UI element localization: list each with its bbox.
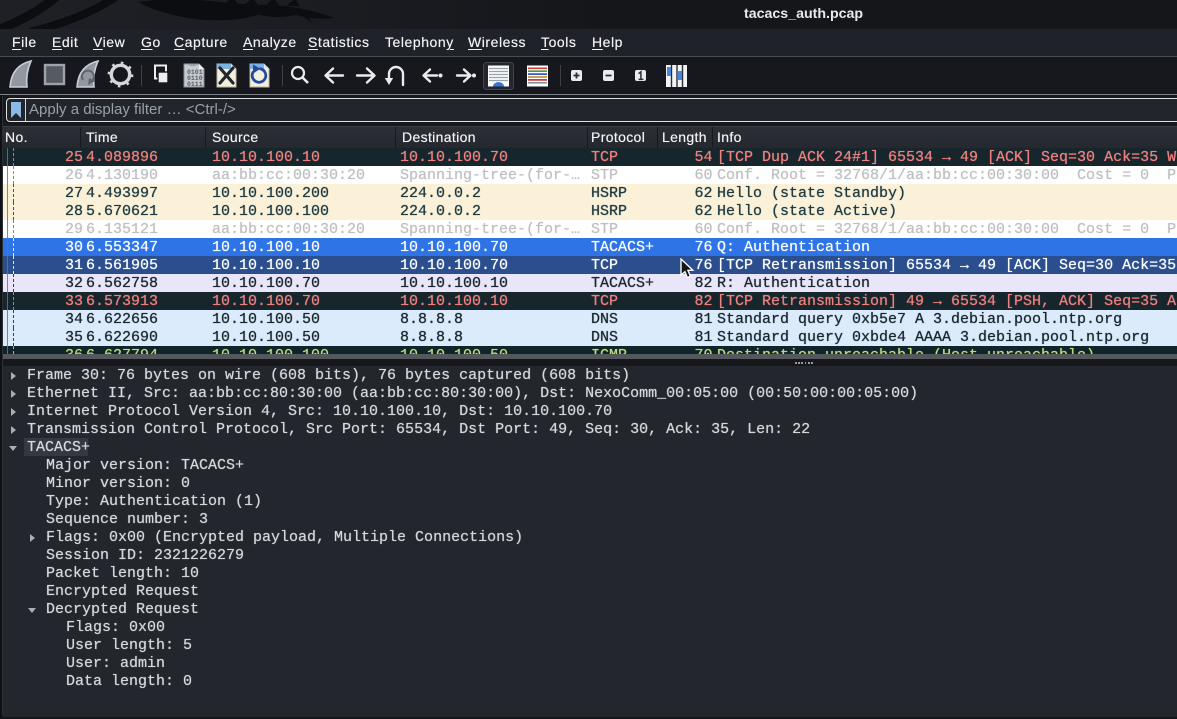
svg-text:0111: 0111 xyxy=(187,81,203,88)
